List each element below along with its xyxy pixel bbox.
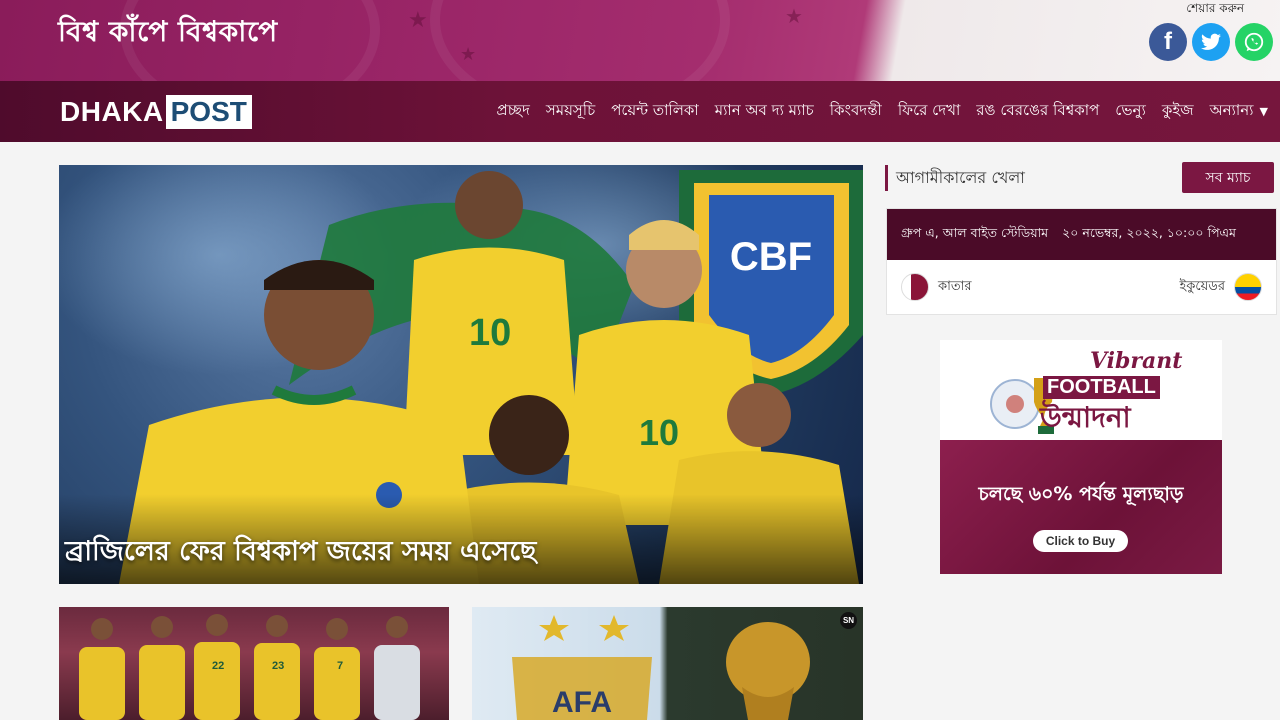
ecuador-flag-icon (1234, 273, 1262, 301)
nav-item-venue[interactable]: ভেন্যু (1115, 99, 1146, 124)
banner-decoration (430, 0, 730, 81)
nav-item-others[interactable]: অন্যান্য ▼ (1210, 99, 1268, 124)
crest-text: CBF (730, 235, 812, 279)
ad-offer-text: চলছে ৬০% পর্যন্ত মূল্যছাড় (978, 483, 1184, 505)
team-a: কাতার (901, 273, 972, 301)
nav-item-legends[interactable]: কিংবদন্তী (830, 99, 882, 124)
star-icon: ★ (408, 8, 428, 33)
site-logo[interactable]: DHAKA POST (60, 95, 252, 129)
team-photo: 22 23 7 (79, 614, 420, 720)
team-b: ইকুয়েডর (1180, 273, 1262, 301)
facebook-icon: f (1164, 28, 1172, 55)
whatsapp-icon (1244, 32, 1264, 52)
caret-down-icon: ▼ (1259, 105, 1268, 118)
ad-vibrant-text: Vibrant (1090, 348, 1183, 374)
click-to-buy-button[interactable]: Click to Buy (1033, 530, 1128, 552)
share-label: শেয়ার করুন (1186, 1, 1244, 15)
match-info-bar: গ্রুপ এ, আল বাইত স্টেডিয়াম ২০ নভেম্বর, … (887, 209, 1276, 260)
twitter-icon (1201, 33, 1221, 50)
nav-item-schedule[interactable]: সময়সূচি (546, 99, 595, 124)
top-banner: ★ ★ ★ বিশ্ব কাঁপে বিশ্বকাপে শেয়ার করুন … (0, 0, 1280, 81)
whatsapp-share-button[interactable] (1235, 23, 1273, 61)
hero-article[interactable]: CBF 10 10 ব্রাজিলের ফের বিশ্বকাপ জয়ের স… (59, 165, 863, 584)
twitter-share-button[interactable] (1192, 23, 1230, 61)
hero-headline[interactable]: ব্রাজিলের ফের বিশ্বকাপ জয়ের সময় এসেছে (65, 531, 536, 576)
nav-item-quiz[interactable]: কুইজ (1162, 99, 1194, 124)
jersey-number: 22 (212, 660, 224, 672)
jersey-number: 10 (639, 412, 679, 453)
nav-menu: প্রচ্ছদ সময়সূচি পয়েন্ট তালিকা ম্যান অব… (481, 81, 1268, 142)
nav-item-man-of-the-match[interactable]: ম্যান অব দ্য ম্যাচ (715, 99, 814, 124)
qatar-flag-icon (901, 273, 929, 301)
jersey-number: 10 (469, 312, 511, 354)
nav-item-home[interactable]: প্রচ্ছদ (497, 99, 530, 124)
logo-text-dhaka: DHAKA (60, 96, 164, 127)
team-a-name: কাতার (938, 278, 972, 294)
nav-item-others-label: অন্যান্য (1209, 101, 1254, 119)
upcoming-match-widget-header: আগামীকালের খেলা সব ম্যাচ (885, 162, 1277, 193)
facebook-share-button[interactable]: f (1149, 23, 1187, 61)
jersey-number: 23 (272, 660, 284, 672)
nav-item-points-table[interactable]: পয়েন্ট তালিকা (611, 99, 699, 124)
star-icon: ★ (460, 44, 477, 65)
match-datetime: ২০ নভেম্বর, ২০২২, ১০:০০ পিএম (1062, 224, 1236, 240)
afa-crest-text: AFA (552, 686, 612, 719)
team-b-name: ইকুয়েডর (1179, 278, 1225, 294)
ad-bangla-title: উন্মাদনা (1040, 401, 1131, 434)
logo-text-post: POST (165, 95, 252, 129)
jersey-number: 7 (337, 660, 343, 672)
widget-title: আগামীকালের খেলা (885, 165, 1025, 191)
advertisement-banner[interactable]: Vibrant FOOTBALL উন্মাদনা চলছে ৬০% পর্যন… (940, 340, 1222, 574)
site-tagline: বিশ্ব কাঁপে বিশ্বকাপে (58, 15, 278, 48)
all-matches-button[interactable]: সব ম্যাচ (1182, 162, 1274, 193)
news-card-team-photo[interactable]: 22 23 7 (59, 607, 449, 720)
nav-item-colorful-world-cup[interactable]: রঙ বেরঙের বিশ্বকাপ (976, 99, 1099, 124)
news-card-argentina-trophy[interactable]: AFA SN (472, 607, 863, 720)
nav-item-look-back[interactable]: ফিরে দেখা (898, 99, 960, 124)
match-card[interactable]: গ্রুপ এ, আল বাইত স্টেডিয়াম ২০ নভেম্বর, … (886, 208, 1277, 315)
sn-badge: SN (840, 612, 857, 629)
main-navbar: DHAKA POST প্রচ্ছদ সময়সূচি পয়েন্ট তালি… (0, 81, 1280, 142)
argentina-trophy-image: AFA (512, 615, 810, 720)
star-icon: ★ (785, 4, 803, 28)
match-venue: গ্রুপ এ, আল বাইত স্টেডিয়াম (901, 224, 1049, 240)
